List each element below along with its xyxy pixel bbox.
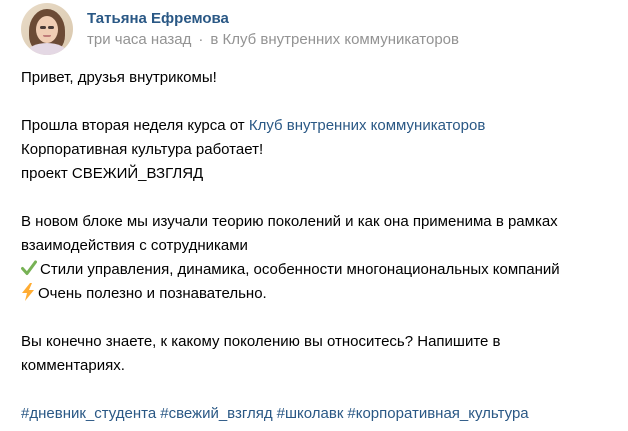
post-subline: три часа назад · в Клуб внутренних коммуни…	[87, 30, 459, 50]
author-avatar[interactable]	[21, 3, 73, 55]
club-prefix: в	[210, 30, 219, 48]
course-prefix: Прошла вторая неделя курса от	[21, 117, 249, 134]
check-mark-icon	[21, 260, 37, 276]
post-header: Татьяна Ефремова три часа назад · в Клуб в…	[21, 3, 459, 55]
question-line-2: комментариях.	[21, 357, 125, 374]
hashtag-link[interactable]: #свежий_взгляд	[160, 405, 272, 422]
hashtag-link[interactable]: #школавк	[277, 405, 344, 422]
check-item-text: Стили управления, динамика, особенности …	[40, 261, 560, 278]
course-line: Прошла вторая неделя курса от Клуб внутр…	[21, 114, 621, 138]
hashtag-link[interactable]: #корпоративная_культура	[347, 405, 528, 422]
post-meta: Татьяна Ефремова три часа назад · в Клуб в…	[87, 9, 459, 50]
author-name[interactable]: Татьяна Ефремова	[87, 9, 459, 28]
hashtag-link[interactable]: #дневник_студента	[21, 405, 156, 422]
post-time[interactable]: три часа назад	[87, 31, 191, 48]
avatar-eye	[48, 26, 54, 29]
avatar-eye	[40, 26, 46, 29]
hashtags: #дневник_студента #свежий_взгляд #школавк #…	[21, 402, 621, 426]
post-card: Татьяна Ефремова три часа назад · в Клуб в…	[0, 0, 628, 431]
meta-separator: ·	[198, 30, 204, 48]
greeting-line: Привет, друзья внутрикомы!	[21, 69, 217, 86]
avatar-mouth	[43, 35, 51, 37]
bolt-item-text: Очень полезно и познавательно.	[38, 285, 267, 302]
club-link[interactable]: Клуб внутренних коммуникаторов	[223, 31, 459, 48]
block-line-1: В новом блоке мы изучали теорию поколени…	[21, 213, 558, 230]
avatar-face	[36, 16, 58, 43]
culture-line: Корпоративная культура работает!	[21, 141, 264, 158]
question-line-1: Вы конечно знаете, к какому поколению вы…	[21, 333, 501, 350]
project-line: проект СВЕЖИЙ_ВЗГЛЯД	[21, 165, 204, 182]
block-line-2: взаимодействия с сотрудниками	[21, 237, 248, 254]
lightning-icon	[21, 283, 35, 301]
post-text: Привет, друзья внутрикомы! Прошла вторая…	[21, 66, 621, 426]
club-mention-link[interactable]: Клуб внутренних коммуникаторов	[249, 117, 485, 134]
bolt-item: Очень полезно и познавательно.	[21, 282, 621, 306]
check-item: Стили управления, динамика, особенности …	[21, 258, 621, 282]
